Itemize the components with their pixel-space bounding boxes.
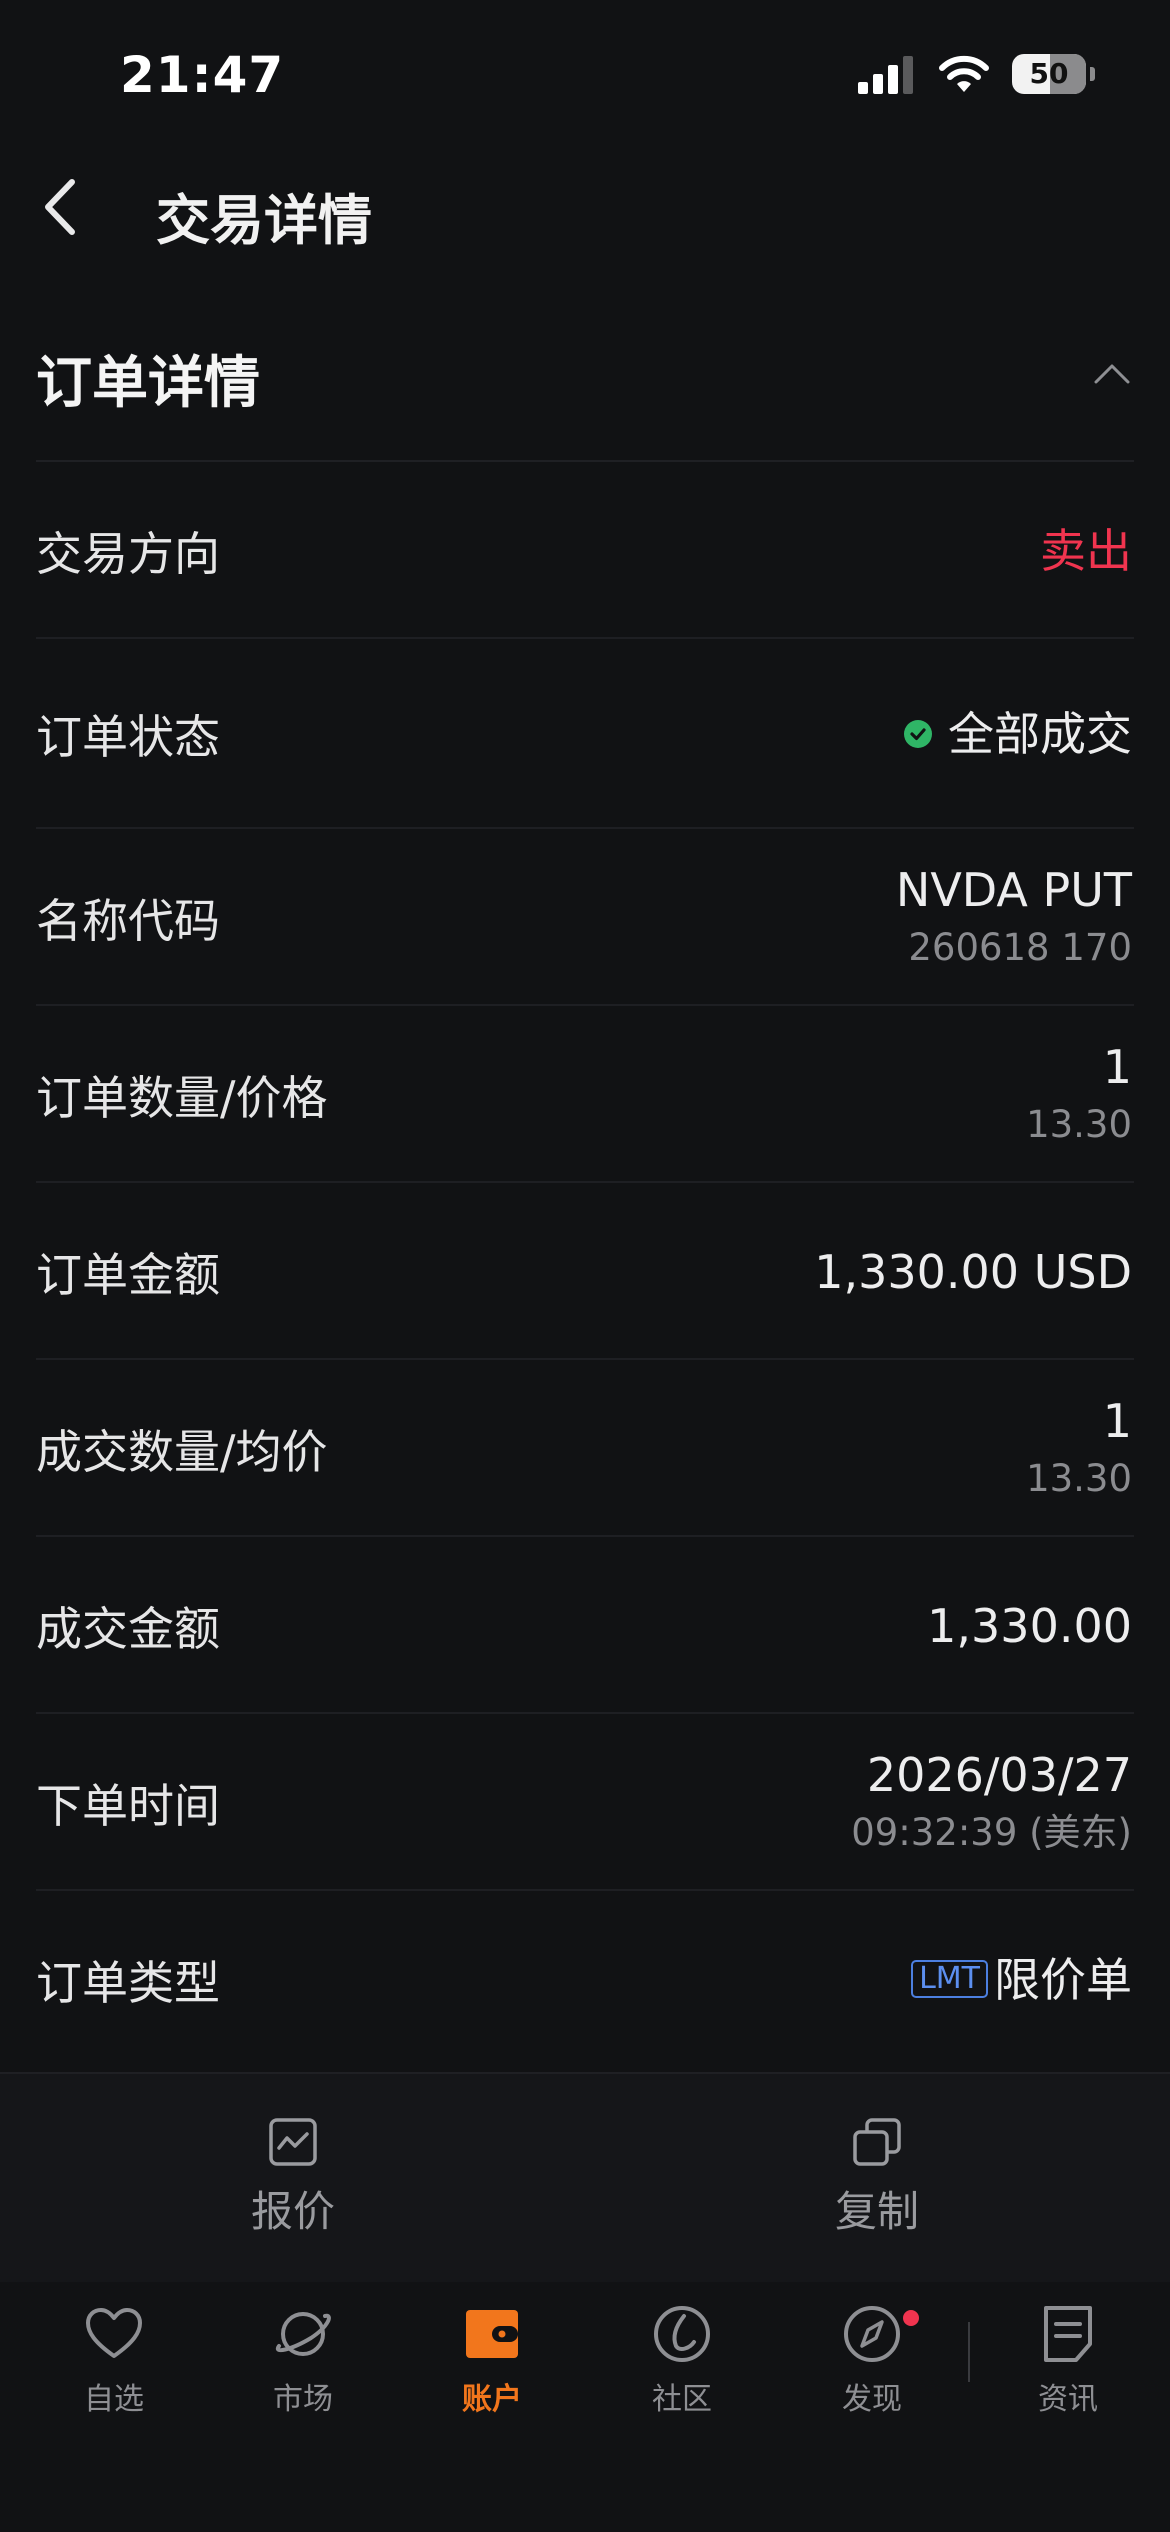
tab-label: 自选 <box>84 2382 144 2417</box>
row-label: 下单时间 <box>36 1778 220 1833</box>
row-order-status: 订单状态 全部成交 <box>0 639 1170 829</box>
status-time: 21:47 <box>120 46 285 104</box>
order-type-value: 限价单 <box>994 1952 1132 2007</box>
row-value: 1 13.30 <box>1026 1037 1132 1153</box>
filled-quantity: 1 <box>1102 1393 1132 1448</box>
row-order-amount: 订单金额 1,330.00 USD <box>0 1183 1170 1360</box>
filled-amount-value: 1,330.00 <box>927 1598 1132 1653</box>
row-filled-amount: 成交金额 1,330.00 <box>0 1537 1170 1714</box>
back-icon[interactable] <box>36 172 96 242</box>
tab-label: 发现 <box>842 2382 902 2417</box>
copy-label: 复制 <box>834 2187 919 2236</box>
order-time: 09:32:39 (美东) <box>851 1810 1132 1854</box>
copy-icon <box>853 2118 901 2166</box>
tab-label: 社区 <box>652 2382 712 2417</box>
tab-label: 市场 <box>273 2382 333 2417</box>
nav-bar: 交易详情 <box>0 150 1170 265</box>
tab-account[interactable]: 账户 <box>417 2302 567 2418</box>
row-label: 成交金额 <box>36 1601 220 1656</box>
tab-divider <box>968 2322 970 2382</box>
tab-label: 账户 <box>462 2382 522 2417</box>
order-amount-value: 1,330.00 USD <box>814 1244 1132 1299</box>
community-icon <box>654 2306 710 2362</box>
battery-icon: 50 <box>1012 54 1086 94</box>
planet-icon <box>275 2312 331 2356</box>
row-value: 1 13.30 <box>1026 1391 1132 1507</box>
chevron-up-icon[interactable] <box>1090 352 1134 396</box>
row-label: 成交数量/均价 <box>36 1424 328 1479</box>
row-label: 名称代码 <box>36 893 220 948</box>
row-order-time: 下单时间 2026/03/27 09:32:39 (美东) <box>0 1714 1170 1891</box>
heart-icon <box>86 2308 142 2358</box>
symbol-name: NVDA PUT <box>895 862 1132 917</box>
wallet-icon <box>466 2310 518 2358</box>
order-type-badge: LMT <box>911 1960 988 1998</box>
row-value: 1,330.00 <box>927 1596 1132 1656</box>
page-title: 交易详情 <box>156 189 372 252</box>
row-order-qty-price: 订单数量/价格 1 13.30 <box>0 1006 1170 1183</box>
row-name-code: 名称代码 NVDA PUT 260618 170 <box>0 829 1170 1006</box>
tab-label: 资讯 <box>1038 2382 1098 2417</box>
tab-news[interactable]: 资讯 <box>993 2302 1143 2418</box>
wifi-icon <box>939 55 989 92</box>
quote-label: 报价 <box>250 2187 335 2236</box>
row-value: 2026/03/27 09:32:39 (美东) <box>851 1745 1132 1861</box>
tab-watchlist[interactable]: 自选 <box>39 2302 189 2418</box>
news-icon <box>1044 2306 1092 2362</box>
order-status-value: 全部成交 <box>948 707 1132 761</box>
row-label: 订单状态 <box>36 710 220 764</box>
tab-bar: 自选 市场 账户 社区 发现 资讯 <box>0 2282 1170 2532</box>
order-details-section-header[interactable]: 订单详情 <box>0 300 1170 462</box>
battery-level: 50 <box>1029 57 1069 90</box>
order-date: 2026/03/27 <box>866 1747 1132 1802</box>
compass-icon <box>844 2306 900 2362</box>
trade-direction-value: 卖出 <box>1040 523 1132 578</box>
status-icons: 50 <box>858 54 1095 94</box>
chart-icon <box>269 2118 317 2166</box>
tab-community[interactable]: 社区 <box>607 2302 757 2418</box>
row-value: 卖出 <box>1040 521 1132 581</box>
check-circle-icon <box>904 719 932 748</box>
tab-market[interactable]: 市场 <box>228 2302 378 2418</box>
symbol-code: 260618 170 <box>908 925 1132 969</box>
order-detail-list: 交易方向 卖出 订单状态 全部成交 名称代码 NVDA PUT 260618 1… <box>0 462 1170 2068</box>
order-price: 13.30 <box>1026 1102 1132 1146</box>
row-label: 订单类型 <box>36 1955 220 2010</box>
filled-avg-price: 13.30 <box>1026 1456 1132 1500</box>
row-value: 全部成交 <box>904 704 1132 764</box>
section-title: 订单详情 <box>36 351 260 416</box>
row-value: 1,330.00 USD <box>814 1242 1132 1302</box>
action-bar: 报价 复制 <box>0 2072 1170 2284</box>
quote-button[interactable]: 报价 <box>143 2116 443 2239</box>
row-trade-direction: 交易方向 卖出 <box>0 462 1170 639</box>
copy-button[interactable]: 复制 <box>727 2116 1027 2239</box>
row-value: NVDA PUT 260618 170 <box>896 860 1132 976</box>
row-value: LMT 限价单 <box>911 1950 1132 2010</box>
row-filled-qty-avg: 成交数量/均价 1 13.30 <box>0 1360 1170 1537</box>
order-quantity: 1 <box>1102 1039 1132 1094</box>
tab-discover[interactable]: 发现 <box>797 2302 947 2418</box>
row-label: 订单数量/价格 <box>36 1070 328 1125</box>
status-bar: 21:47 50 <box>0 0 1170 150</box>
notification-dot <box>903 2310 919 2326</box>
row-label: 交易方向 <box>36 526 220 581</box>
signal-icon <box>858 56 913 94</box>
row-order-type: 订单类型 LMT 限价单 <box>0 1891 1170 2068</box>
row-label: 订单金额 <box>36 1247 220 1302</box>
